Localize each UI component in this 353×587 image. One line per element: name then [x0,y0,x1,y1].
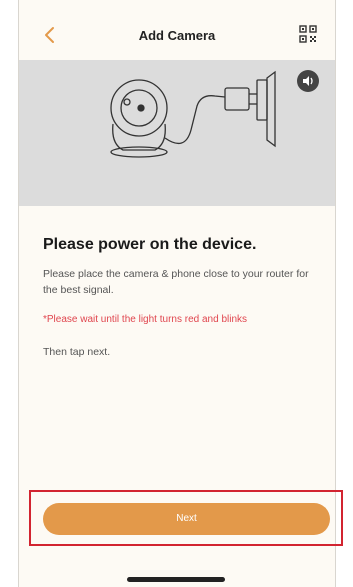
instruction-heading: Please power on the device. [43,236,257,253]
top-bar: Add Camera [19,0,335,60]
speaker-icon [303,76,313,86]
page-title: Add Camera [138,28,216,43]
camera-plugged-into-wall-outlet-illustration [110,70,276,158]
device-illustration-panel [19,60,335,206]
next-button[interactable]: Next [43,503,330,535]
home-indicator[interactable] [127,577,225,582]
qr-scan-button[interactable] [299,25,317,43]
light-warning-text: *Please wait until the light turns red a… [43,314,248,325]
tap-next-instruction: Then tap next. [43,346,111,358]
sound-button[interactable] [297,70,319,92]
qr-code-icon [299,25,317,43]
instruction-description: Please place the camera & phone close to… [43,268,309,296]
